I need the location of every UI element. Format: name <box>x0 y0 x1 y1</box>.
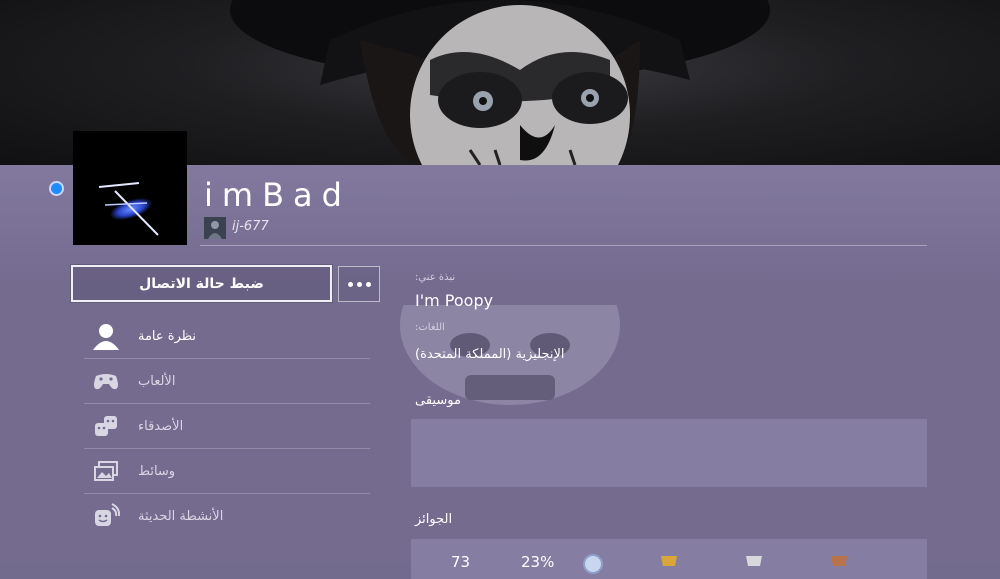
online-id-avatar-icon <box>204 217 226 239</box>
platinum-trophy-icon <box>583 554 603 574</box>
languages-value: الإنجليزية (المملكة المتحدة) <box>415 347 565 362</box>
menu-item-recent-activity[interactable]: الأنشطة الحديثة <box>84 494 370 538</box>
music-section-title: موسيقى <box>415 393 461 408</box>
menu-item-label: الأصدقاء <box>138 418 184 434</box>
silver-trophy-icon <box>746 556 762 566</box>
activity-icon <box>95 503 120 526</box>
friends-icon <box>95 416 117 436</box>
menu-item-label: الأنشطة الحديثة <box>138 508 224 524</box>
online-id: ij-677 <box>232 219 269 234</box>
ellipsis-icon <box>347 281 353 287</box>
controller-icon <box>94 374 118 390</box>
profile-username: imBad <box>204 176 351 214</box>
media-icon <box>94 461 118 481</box>
profile-avatar[interactable] <box>73 131 187 245</box>
avatar-image <box>98 182 159 236</box>
trophies-panel[interactable]: 73 23% <box>411 539 927 579</box>
languages-label: اللغات: <box>415 322 445 333</box>
trophy-progress: 23% <box>521 553 555 571</box>
trophy-level: 73 <box>451 553 471 571</box>
more-options-button[interactable] <box>338 266 380 302</box>
set-online-status-button[interactable]: ضبط حالة الاتصال <box>71 265 332 302</box>
bio-label: نبذة عني: <box>415 272 456 283</box>
menu-item-friends[interactable]: الأصدقاء <box>84 404 370 449</box>
menu-item-label: وسائط <box>138 463 176 479</box>
profile-menu: نظرة عامة الألعاب الأصدقاء وسائط الأنشطة… <box>84 314 370 538</box>
bronze-trophy-icon <box>831 556 847 566</box>
music-panel[interactable] <box>411 419 927 487</box>
menu-item-media[interactable]: وسائط <box>84 449 370 494</box>
person-icon <box>93 324 119 350</box>
menu-item-label: الألعاب <box>138 373 176 389</box>
menu-item-label: نظرة عامة <box>138 328 197 344</box>
gold-trophy-icon <box>661 556 677 566</box>
bio-text: I'm Poopy <box>415 291 494 310</box>
menu-item-games[interactable]: الألعاب <box>84 359 370 404</box>
online-status-indicator <box>51 183 62 194</box>
trophies-section-title: الجوائز <box>415 512 453 527</box>
header-divider <box>200 245 927 246</box>
menu-item-overview[interactable]: نظرة عامة <box>84 314 370 359</box>
